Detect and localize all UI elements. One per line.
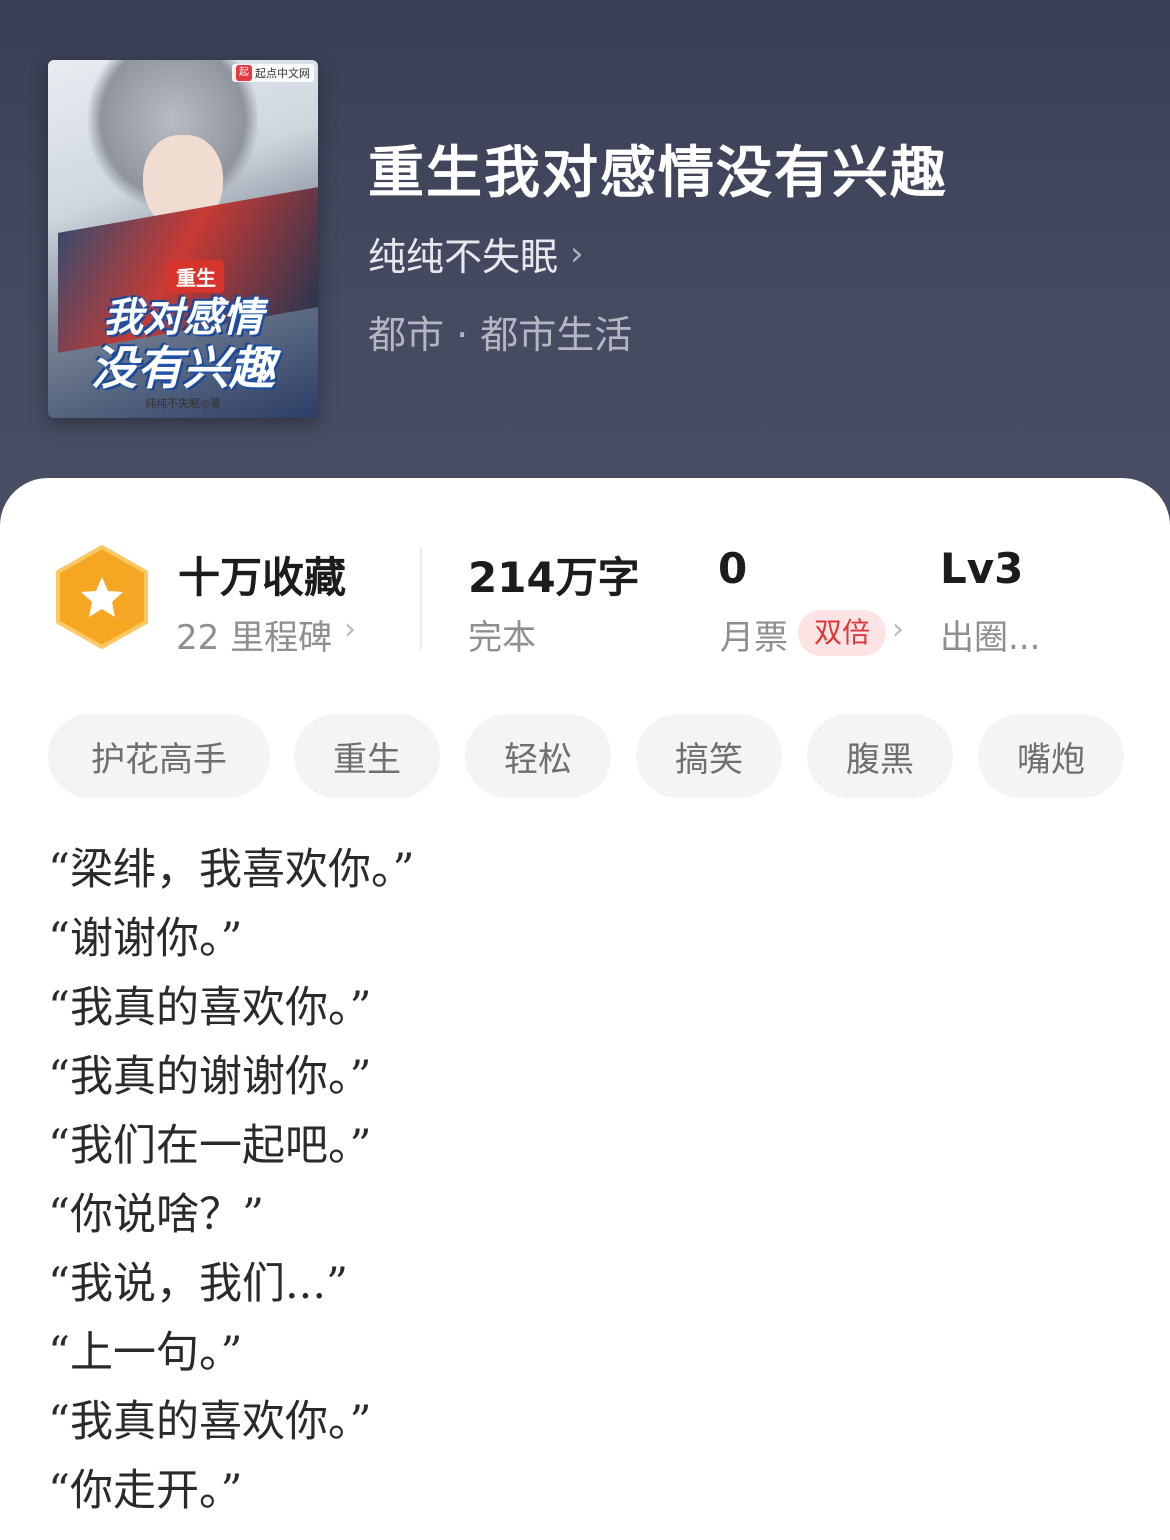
description-line: “我真的喜欢你。” (48, 983, 372, 1033)
description-line: “上一句。” (48, 1328, 243, 1378)
book-description[interactable]: “梁绯，我喜欢你。” “谢谢你。” “我真的喜欢你。” “我真的谢谢你。” “我… (48, 836, 948, 1526)
cover-author-credit: 纯纯不失眠◎著 (145, 397, 221, 410)
tag-chip[interactable]: 轻松 (465, 714, 611, 798)
milestones-link[interactable]: 22 里程碑 (176, 610, 332, 659)
stats-divider (420, 548, 422, 650)
book-header: 起 起点中文网 重生 我对感情 没有兴趣 纯纯不失眠◎著 重生我对感情没有兴趣 … (0, 0, 1170, 560)
publisher-name: 起点中文网 (255, 67, 310, 80)
star-badge-icon (56, 545, 148, 649)
double-ticket-badge: 双倍 (798, 610, 887, 656)
description-line: “我说，我们...” (48, 1259, 348, 1309)
tag-chip[interactable]: 嘴炮 (978, 714, 1124, 798)
stats-row: 十万收藏 22 里程碑 › 214万字 完本 0 月票 双倍 › Lv3 出圈.… (0, 540, 1170, 660)
description-line: “梁绯，我喜欢你。” (48, 845, 415, 895)
chevron-right-icon: › (344, 612, 356, 647)
description-line: “谢谢你。” (48, 914, 243, 964)
description-line: “你说啥？” (48, 1190, 264, 1240)
description-line: “我真的喜欢你。” (48, 1397, 372, 1447)
tag-chip[interactable]: 护花高手 (48, 714, 270, 798)
favorites-count: 十万收藏 (178, 553, 347, 602)
word-count: 214万字 (468, 553, 640, 602)
tag-chip[interactable]: 腹黑 (807, 714, 953, 798)
book-level: Lv3 (940, 544, 1024, 593)
tag-chip[interactable]: 重生 (294, 714, 440, 798)
completion-status: 完本 (468, 618, 536, 658)
book-title: 重生我对感情没有兴趣 (368, 141, 948, 206)
monthly-ticket-label[interactable]: 月票 (720, 610, 788, 659)
publisher-logo-icon: 起 (236, 65, 252, 81)
level-description[interactable]: 出圈... (940, 610, 1040, 659)
description-line: “我们在一起吧。” (48, 1121, 372, 1171)
chevron-right-icon: › (892, 612, 904, 647)
cover-title-line2: 没有兴趣 (91, 341, 275, 395)
book-genre: 都市 · 都市生活 (368, 313, 633, 357)
description-line: “我真的谢谢你。” (48, 1052, 372, 1102)
monthly-ticket-count: 0 (718, 544, 748, 593)
description-line: “你走开。” (48, 1466, 243, 1516)
tag-chip[interactable]: 搞笑 (636, 714, 782, 798)
chevron-right-icon: › (570, 233, 584, 274)
publisher-badge: 起 起点中文网 (232, 64, 314, 82)
book-cover[interactable]: 起 起点中文网 重生 我对感情 没有兴趣 纯纯不失眠◎著 (48, 60, 318, 418)
author-name: 纯纯不失眠 (368, 235, 559, 279)
author-link[interactable]: 纯纯不失眠 › (368, 226, 584, 281)
